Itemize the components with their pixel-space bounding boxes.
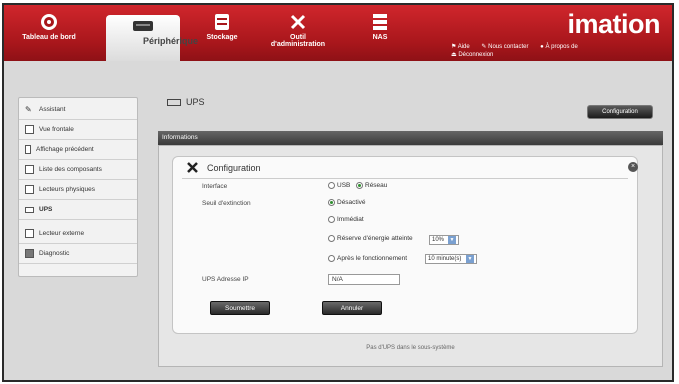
threshold-after-radio[interactable]: Après le fonctionnement xyxy=(328,255,407,262)
radio-label: Désactivé xyxy=(337,199,366,206)
reserve-select-value: 10% xyxy=(432,237,445,243)
radio-label: Immédiat xyxy=(337,216,364,223)
storage-icon xyxy=(215,14,229,30)
after-select-value: 10 minute(s) xyxy=(428,256,462,262)
logout-link[interactable]: ⏏ Déconnexion xyxy=(451,52,498,58)
drive-icon xyxy=(25,185,34,194)
configuration-button[interactable]: Configuration xyxy=(587,105,653,119)
cancel-button[interactable]: Annuler xyxy=(322,301,382,315)
nav-device[interactable]: Périphérique xyxy=(106,15,198,61)
contact-link-label: Nous contacter xyxy=(488,44,529,50)
reserve-select[interactable]: 10% ▼ xyxy=(429,235,459,245)
sidebar-item-front-view[interactable]: Vue frontale xyxy=(19,120,137,140)
battery-icon xyxy=(167,98,181,106)
nav-storage-label: Stockage xyxy=(206,34,238,41)
sidebar-item-label: Diagnostic xyxy=(39,250,70,257)
page-title: UPS xyxy=(167,97,205,107)
radio-label: Réseau xyxy=(365,182,388,189)
nav-admin-tool[interactable]: Outil d'administration xyxy=(266,5,330,61)
diagnostic-icon xyxy=(25,249,34,258)
radio-label: USB xyxy=(337,182,351,189)
ip-label: UPS Adresse IP xyxy=(202,276,249,283)
interface-network-radio[interactable]: Réseau xyxy=(356,182,387,189)
threshold-reserve-radio[interactable]: Réserve d'énergie atteinte xyxy=(328,235,413,242)
sidebar-item-ups[interactable]: UPS xyxy=(19,200,137,220)
previous-view-icon xyxy=(25,145,31,154)
nav-dashboard[interactable]: Tableau de bord xyxy=(18,5,80,61)
battery-icon xyxy=(25,206,34,213)
nav-nas[interactable]: NAS xyxy=(360,5,400,61)
interface-label: Interface xyxy=(202,183,228,190)
sidebar-item-label: Affichage précédent xyxy=(36,146,94,153)
sidebar-item-previous-view[interactable]: Affichage précédent xyxy=(19,140,137,160)
radio-icon xyxy=(328,255,335,262)
interface-usb-radio[interactable]: USB xyxy=(328,182,350,189)
nav-storage[interactable]: Stockage xyxy=(200,5,244,61)
brand-logo: imation xyxy=(567,9,660,39)
radio-label: Réserve d'énergie atteinte xyxy=(337,235,413,242)
close-icon[interactable]: × xyxy=(628,162,638,172)
dashboard-icon xyxy=(41,14,57,30)
sidebar-item-label: Lecteurs physiques xyxy=(39,186,96,193)
threshold-immediate-radio[interactable]: Immédiat xyxy=(328,216,364,223)
nav-admin-tool-label: Outil d'administration xyxy=(270,34,326,48)
nas-icon xyxy=(373,14,387,30)
chevron-down-icon: ▼ xyxy=(448,236,456,244)
threshold-disabled-radio[interactable]: Désactivé xyxy=(328,199,366,206)
sidebar-item-external-drive[interactable]: Lecteur externe xyxy=(19,224,137,244)
sidebar-item-label: UPS xyxy=(39,206,53,213)
info-bar: Informations xyxy=(158,131,663,145)
radio-icon xyxy=(328,216,335,223)
help-link[interactable]: ⚑ Aide xyxy=(451,44,475,50)
logout-link-label: Déconnexion xyxy=(458,52,494,58)
help-link-label: Aide xyxy=(457,44,470,50)
page-title-text: UPS xyxy=(186,97,205,107)
about-link[interactable]: ● À propos de xyxy=(540,44,583,50)
sidebar-item-components[interactable]: Liste des composants xyxy=(19,160,137,180)
sidebar-item-label: Vue frontale xyxy=(39,126,74,133)
sidebar: ✎ Assistant Vue frontale Affichage précéd… xyxy=(18,97,138,277)
external-drive-icon xyxy=(25,229,34,238)
divider xyxy=(182,178,628,179)
about-link-label: À propos de xyxy=(545,44,578,50)
tools-icon xyxy=(187,162,198,173)
radio-selected-icon xyxy=(356,182,363,189)
sidebar-item-diagnostic[interactable]: Diagnostic xyxy=(19,244,137,264)
panel-title: Configuration xyxy=(186,161,261,174)
status-note: Pas d'UPS dans le sous-système xyxy=(366,345,455,351)
radio-selected-icon xyxy=(328,199,335,206)
radio-icon xyxy=(328,182,335,189)
wand-icon: ✎ xyxy=(25,105,32,114)
after-select[interactable]: 10 minute(s) ▼ xyxy=(425,254,477,264)
sidebar-item-label: Lecteur externe xyxy=(39,230,85,237)
nav-device-label: Périphérique xyxy=(143,36,199,46)
app-window: Tableau de bord Périphérique Stockage Ou… xyxy=(2,3,674,382)
sidebar-item-label: Assistant xyxy=(39,106,66,113)
device-icon xyxy=(133,21,153,31)
contact-link[interactable]: ✎ Nous contacter xyxy=(481,44,533,50)
submit-button[interactable]: Soumettre xyxy=(210,301,270,315)
nav-nas-label: NAS xyxy=(372,34,388,41)
tools-icon xyxy=(290,14,306,30)
top-navigation-bar: Tableau de bord Périphérique Stockage Ou… xyxy=(4,5,672,61)
ip-address-field[interactable]: N/A xyxy=(328,274,400,285)
sidebar-item-physical-drives[interactable]: Lecteurs physiques xyxy=(19,180,137,200)
threshold-label: Seuil d'extinction xyxy=(202,200,251,207)
radio-label: Après le fonctionnement xyxy=(337,255,408,262)
front-view-icon xyxy=(25,125,34,134)
chevron-down-icon: ▼ xyxy=(466,255,474,263)
top-links: ⚑ Aide ✎ Nous contacter ● À propos de ⏏ … xyxy=(451,43,621,59)
panel-title-text: Configuration xyxy=(207,162,261,173)
radio-icon xyxy=(328,235,335,242)
sidebar-item-assistant[interactable]: ✎ Assistant xyxy=(19,100,137,120)
nav-dashboard-label: Tableau de bord xyxy=(22,34,76,41)
components-icon xyxy=(25,165,34,174)
sidebar-item-label: Liste des composants xyxy=(39,166,102,173)
